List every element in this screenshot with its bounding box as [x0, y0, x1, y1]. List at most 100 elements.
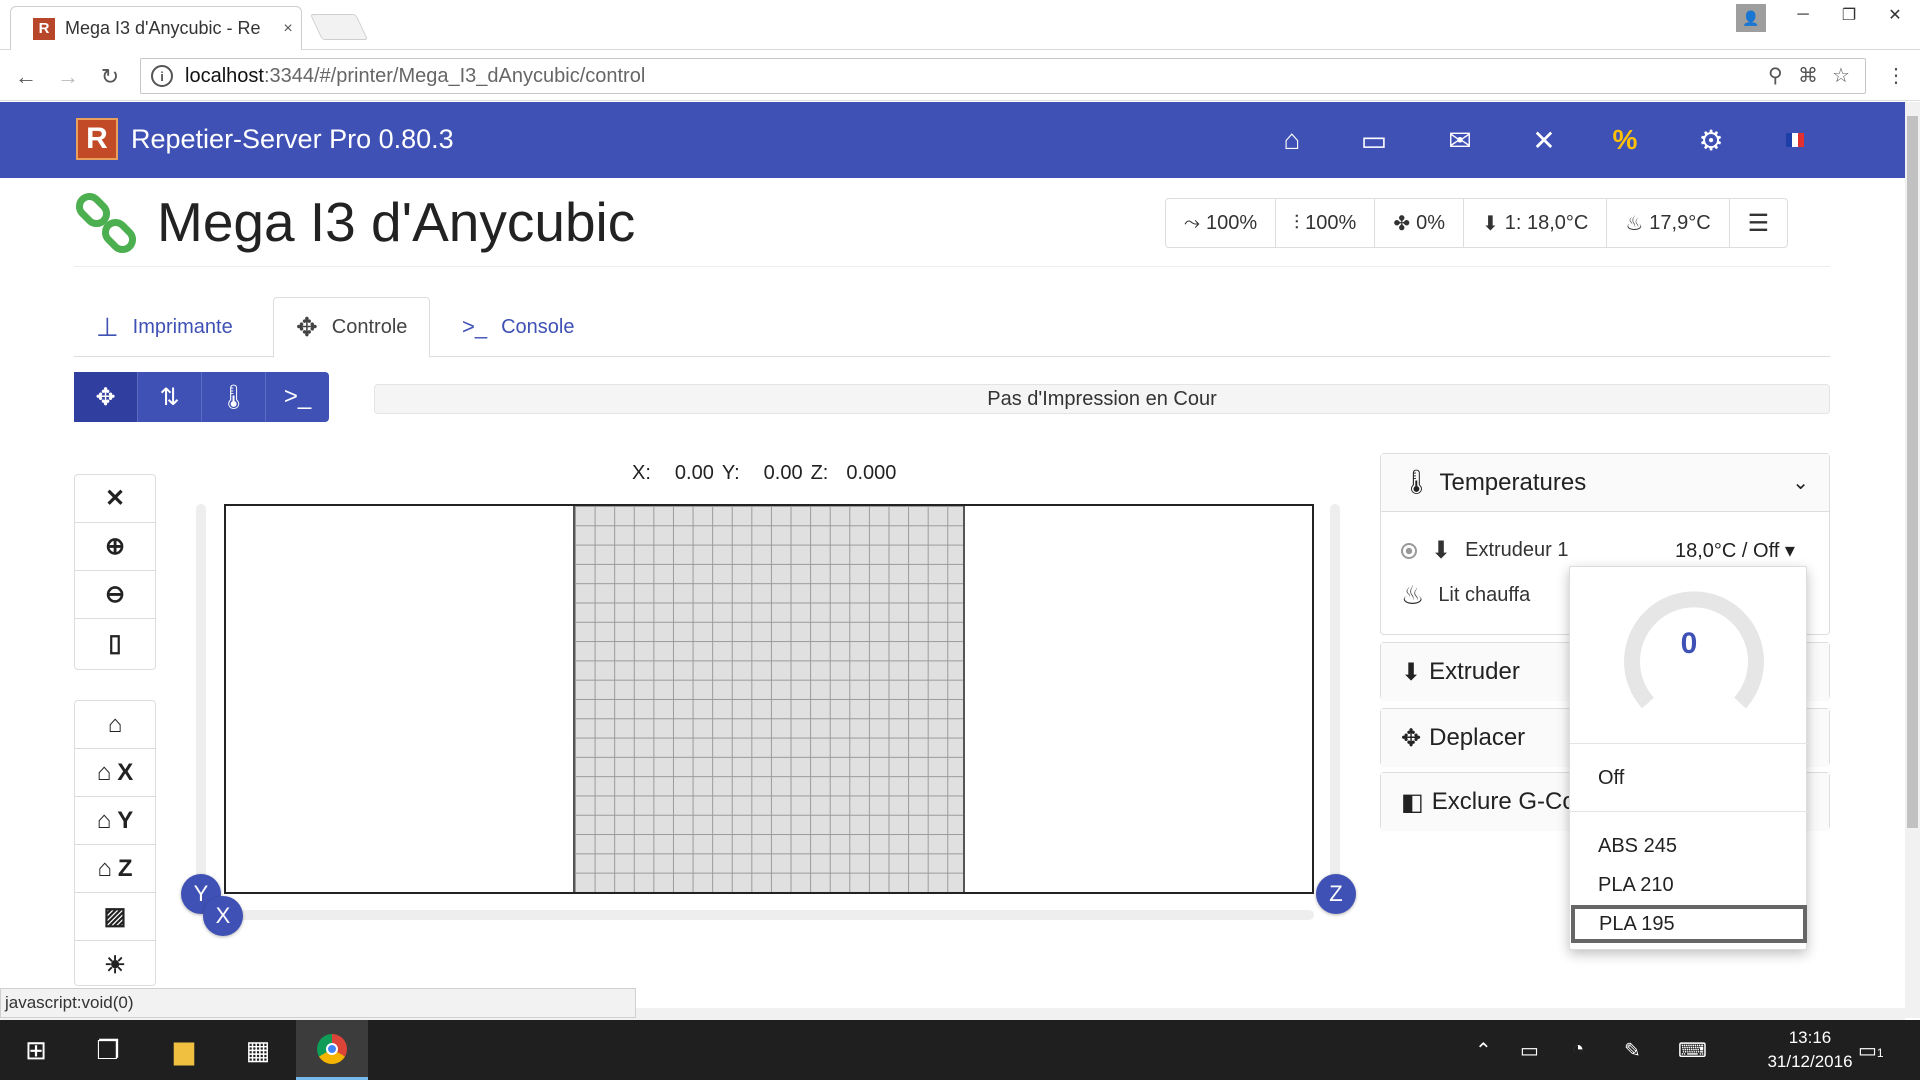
- z-axis-handle[interactable]: Z: [1316, 874, 1356, 914]
- notification-icon[interactable]: ▭1: [1858, 1038, 1884, 1063]
- translate-icon[interactable]: ⌘: [1798, 63, 1818, 88]
- battery-icon[interactable]: ▭: [1520, 1038, 1539, 1063]
- link-status-bubble: javascript:void(0): [0, 988, 636, 1018]
- home-toolbar: ⌂ ⌂ X ⌂ Y ⌂ Z ▨ ☀: [74, 700, 156, 986]
- move-mode-button[interactable]: ✥: [74, 372, 138, 422]
- extruder-icon: ⬇: [1401, 658, 1422, 686]
- print-bed-grid[interactable]: [573, 506, 965, 892]
- bed-temp-status[interactable]: ♨ 17,9°C: [1607, 199, 1730, 247]
- task-view-icon[interactable]: ❐: [72, 1020, 144, 1080]
- chevron-up-icon[interactable]: ⌃: [1475, 1038, 1492, 1063]
- printer-tabs: ⊥ Imprimante ✥ Controle >_ Console: [74, 297, 1830, 358]
- tablet-icon[interactable]: ▭: [1354, 122, 1394, 158]
- repetier-logo[interactable]: R: [76, 118, 118, 160]
- tab-close-icon[interactable]: ×: [275, 20, 301, 38]
- chevron-down-icon[interactable]: ⌄: [1792, 470, 1809, 495]
- temperature-preset-dropdown: 0 Off ABS 245 PLA 210 PLA 195: [1569, 566, 1808, 950]
- app-title[interactable]: Repetier-Server Pro 0.80.3: [131, 124, 454, 155]
- exclude-icon: ◧: [1401, 788, 1424, 816]
- favicon: R: [33, 17, 55, 40]
- extrude-mode-button[interactable]: ⇅: [138, 372, 202, 422]
- z-slider-track[interactable]: [1330, 504, 1340, 896]
- url-host: localhost: [185, 64, 264, 87]
- printer-status-group: ⤳ 100% ⫶ 100% ✤ 0% ⬇ 1: 18,0°C ♨ 17,9°C ☰: [1165, 198, 1789, 248]
- windows-start-icon[interactable]: ⊞: [0, 1020, 72, 1080]
- file-explorer-icon[interactable]: ▆: [148, 1020, 220, 1080]
- extruder-temp-row: ⬇ Extrudeur 1: [1401, 536, 1569, 565]
- minimize-button[interactable]: ─: [1780, 0, 1826, 30]
- mail-icon[interactable]: ✉: [1440, 122, 1480, 158]
- scrollbar-thumb[interactable]: [1907, 116, 1918, 828]
- temperatures-header[interactable]: 🌡 Temperatures ⌄: [1381, 454, 1829, 512]
- motors-off-button[interactable]: ▨: [75, 893, 155, 941]
- move-icon: ✥: [296, 312, 318, 342]
- heated-bed-icon: ♨: [1625, 212, 1644, 235]
- bed-temp-row: ♨ Lit chauffa: [1401, 580, 1531, 610]
- home-z-button[interactable]: ⌂ Z: [75, 845, 155, 893]
- url-input[interactable]: i localhost:3344/#/printer/Mega_I3_dAnyc…: [140, 58, 1866, 94]
- tab-imprimante[interactable]: ⊥ Imprimante: [74, 297, 255, 357]
- mouse-mode-button[interactable]: ▯: [75, 619, 155, 667]
- thermometer-mode-button[interactable]: 🌡: [202, 372, 266, 422]
- back-arrow-icon[interactable]: ←: [12, 63, 40, 91]
- tab-controle[interactable]: ✥ Controle: [273, 297, 431, 358]
- flow-icon: ⫶: [1294, 211, 1300, 234]
- hamburger-menu-icon[interactable]: ☰: [1730, 199, 1788, 247]
- fit-view-button[interactable]: ✕: [75, 475, 155, 523]
- browser-menu-icon[interactable]: ⋮: [1886, 63, 1906, 88]
- reload-icon[interactable]: ↻: [96, 63, 124, 91]
- home-icon: ⌂: [96, 758, 112, 786]
- wifi-icon[interactable]: ◔: [1572, 1038, 1584, 1061]
- extruder-temp-status[interactable]: ⬇ 1: 18,0°C: [1464, 199, 1608, 247]
- home-icon: ⌂: [96, 806, 112, 834]
- close-window-button[interactable]: ✕: [1872, 0, 1918, 30]
- y-slider-track[interactable]: [196, 504, 206, 896]
- preset-item-selected[interactable]: PLA 195: [1571, 905, 1807, 943]
- preset-off[interactable]: Off: [1570, 759, 1808, 797]
- key-icon[interactable]: ⚲: [1768, 63, 1783, 88]
- caret-down-icon: ▾: [1784, 540, 1795, 562]
- fan-status[interactable]: ✤ 0%: [1375, 199, 1464, 247]
- home-icon[interactable]: ⌂: [1272, 122, 1312, 158]
- maximize-button[interactable]: ❐: [1826, 0, 1872, 30]
- radio-button[interactable]: [1401, 542, 1417, 559]
- x-axis-handle[interactable]: X: [203, 896, 243, 936]
- connected-chain-icon: [75, 192, 137, 254]
- system-clock[interactable]: 13:16 31/12/2016: [1750, 1026, 1870, 1074]
- preset-item[interactable]: PLA 210: [1570, 866, 1808, 904]
- thermometer-icon: 🌡: [1401, 469, 1432, 496]
- home-y-button[interactable]: ⌂ Y: [75, 797, 155, 845]
- job-status-bar: Pas d'Impression en Cour: [374, 384, 1830, 414]
- gear-icon[interactable]: ⚙: [1691, 122, 1731, 158]
- browser-tab[interactable]: R Mega I3 d'Anycubic - Re ×: [10, 6, 302, 50]
- info-icon[interactable]: i: [151, 65, 173, 87]
- flow-status[interactable]: ⫶ 100%: [1276, 199, 1376, 247]
- fullscreen-icon[interactable]: ✕: [1524, 122, 1564, 158]
- tab-console[interactable]: >_ Console: [440, 297, 596, 357]
- profile-avatar-icon[interactable]: 👤: [1736, 4, 1766, 32]
- x-slider-track[interactable]: [224, 910, 1314, 920]
- url-path: :3344/#/printer/Mega_I3_dAnycubic/contro…: [263, 64, 646, 87]
- speed-icon: ⤳: [1184, 211, 1200, 234]
- extruder-temp-dropdown[interactable]: 18,0°C / Off ▾: [1675, 538, 1795, 563]
- home-icon: ⌂: [97, 854, 112, 882]
- forward-arrow-icon[interactable]: →: [54, 63, 82, 91]
- app-header: R Repetier-Server Pro 0.80.3 ⌂ ▭ ✉ ✕ % ⚙: [0, 102, 1905, 178]
- zoom-out-button[interactable]: ⊖: [75, 571, 155, 619]
- chrome-icon[interactable]: [296, 1020, 368, 1080]
- percent-icon[interactable]: %: [1605, 122, 1645, 158]
- keyboard-icon[interactable]: ⌨: [1678, 1038, 1707, 1063]
- home-all-button[interactable]: ⌂: [75, 701, 155, 749]
- store-icon[interactable]: ▦: [222, 1020, 294, 1080]
- console-mode-button[interactable]: >_: [266, 372, 329, 422]
- home-x-button[interactable]: ⌂ X: [75, 749, 155, 797]
- windows-taskbar: ⊞ ❐ ▆ ▦ ⌃ ▭ ◔ ✎ ⌨ 13:16 31/12/2016 ▭1: [0, 1020, 1920, 1080]
- pen-icon[interactable]: ✎: [1624, 1038, 1641, 1063]
- zoom-in-button[interactable]: ⊕: [75, 523, 155, 571]
- control-mode-group: ✥ ⇅ 🌡 >_: [74, 372, 329, 422]
- speed-status[interactable]: ⤳ 100%: [1166, 199, 1277, 247]
- light-button[interactable]: ☀: [75, 941, 155, 989]
- preset-item[interactable]: ABS 245: [1570, 827, 1808, 865]
- flag-icon[interactable]: [1775, 122, 1815, 158]
- bookmark-star-icon[interactable]: ☆: [1832, 63, 1850, 88]
